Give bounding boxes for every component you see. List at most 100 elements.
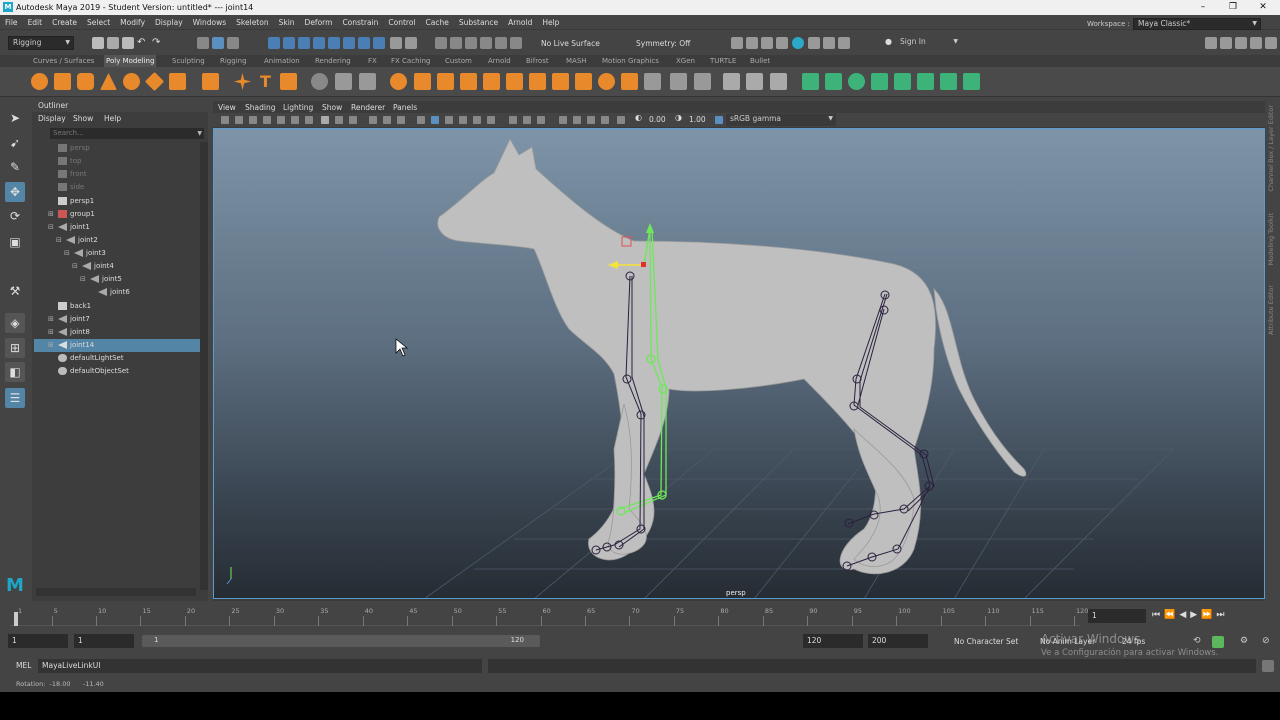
character-set-dropdown[interactable]: No Character Set [954, 637, 1018, 646]
lasso-tool-icon[interactable]: ➹ [5, 133, 25, 153]
move-tool-icon[interactable]: ✥ [5, 182, 25, 202]
xray-icon[interactable] [473, 116, 481, 124]
wedge-icon[interactable] [598, 73, 615, 90]
ipr-icon[interactable] [761, 37, 773, 49]
menu-windows[interactable]: Windows [188, 18, 231, 27]
super-shape-icon[interactable] [234, 73, 251, 90]
minimize-button[interactable]: – [1188, 0, 1218, 15]
live-surface-label[interactable]: No Live Surface [541, 39, 600, 48]
mirror-icon[interactable] [414, 73, 431, 90]
type-tool-icon[interactable]: T [257, 73, 274, 90]
snap-vertex-icon[interactable] [343, 37, 355, 49]
sign-in-dropdown[interactable]: Sign In ▼ [896, 36, 961, 50]
shelf-tab-bullet[interactable]: Bullet [748, 55, 772, 67]
depth-of-field-icon[interactable] [601, 116, 609, 124]
outliner-item-joint3[interactable]: ⊟ joint3 [34, 247, 200, 260]
menu-edit[interactable]: Edit [23, 18, 48, 27]
snap-view-icon[interactable] [313, 37, 325, 49]
outliner-item-side[interactable]: side [34, 181, 200, 194]
uv-automatic-icon[interactable] [825, 73, 842, 90]
collapse-icon[interactable]: ⊟ [72, 260, 78, 273]
render-current-icon[interactable] [480, 37, 492, 49]
snap-surface-icon[interactable] [328, 37, 340, 49]
shelf-tab-fx-caching[interactable]: FX Caching [389, 55, 432, 67]
shelf-tab-rigging[interactable]: Rigging [218, 55, 249, 67]
outliner-menu-help[interactable]: Help [104, 114, 121, 123]
menu-substance[interactable]: Substance [454, 18, 503, 27]
isolate-select-icon[interactable] [559, 116, 567, 124]
menu-skin[interactable]: Skin [274, 18, 300, 27]
pause-icon[interactable] [838, 37, 850, 49]
loop-icon[interactable]: ⟲ [1193, 636, 1205, 648]
grid-icon[interactable] [305, 116, 313, 124]
quadrangulate-icon[interactable] [694, 73, 711, 90]
extrude-icon[interactable] [437, 73, 454, 90]
input-ops-icon[interactable] [435, 37, 447, 49]
animation-prefs-icon[interactable]: ⚙ [1240, 636, 1252, 648]
menu-select[interactable]: Select [82, 18, 115, 27]
wireframe-on-shaded-icon[interactable] [459, 116, 467, 124]
select-component-icon[interactable] [227, 37, 239, 49]
bridge-icon[interactable] [460, 73, 477, 90]
target-weld-icon[interactable] [770, 73, 787, 90]
redo-icon[interactable]: ↷ [152, 37, 164, 49]
collapse-icon[interactable]: ⊟ [56, 234, 62, 247]
step-back-key-icon[interactable]: ⏪ [1164, 610, 1179, 620]
viewport-canvas[interactable]: persp [213, 128, 1265, 599]
poly-disc-icon[interactable] [169, 73, 186, 90]
select-object-icon[interactable] [212, 37, 224, 49]
command-input[interactable]: MayaLiveLinkUI [38, 659, 482, 673]
2d-pan-zoom-icon[interactable] [277, 116, 285, 124]
current-frame-field[interactable]: 1 [1088, 609, 1146, 623]
menu-skeleton[interactable]: Skeleton [231, 18, 273, 27]
outliner-item-joint5[interactable]: ⊟ joint5 [34, 273, 200, 286]
expand-icon[interactable]: ⊞ [48, 339, 54, 352]
fill-hole-icon[interactable] [529, 73, 546, 90]
uv-camera-icon[interactable] [894, 73, 911, 90]
uv-cylindrical-icon[interactable] [848, 73, 865, 90]
viewport-menu-shading[interactable]: Shading [245, 103, 275, 112]
collapse-icon[interactable]: ⊟ [48, 221, 54, 234]
circularize-icon[interactable] [644, 73, 661, 90]
poke-icon[interactable] [621, 73, 638, 90]
menu-constrain[interactable]: Constrain [337, 18, 383, 27]
viewport-menu-panels[interactable]: Panels [393, 103, 417, 112]
close-button[interactable]: ✕ [1248, 0, 1278, 15]
snapshot-icon[interactable] [823, 37, 835, 49]
shelf-tab-fx[interactable]: FX [366, 55, 379, 67]
film-gate-icon[interactable] [321, 116, 329, 124]
shelf-tab-sculpting[interactable]: Sculpting [170, 55, 207, 67]
image-plane-icon[interactable] [263, 116, 271, 124]
use-all-lights-icon[interactable] [509, 116, 517, 124]
outliner-search-input[interactable]: Search... ▼ [50, 128, 204, 139]
render-region-icon[interactable] [808, 37, 820, 49]
ambient-occlusion-icon[interactable] [537, 116, 545, 124]
last-tool-icon[interactable]: ⚒ [5, 281, 25, 301]
outliner-item-joint8[interactable]: ⊞ joint8 [34, 326, 200, 339]
render-settings-2-icon[interactable] [776, 37, 788, 49]
play-backward-icon[interactable]: ◀ [1179, 610, 1190, 620]
shelf-tab-mash[interactable]: MASH [564, 55, 589, 67]
svg-tool-icon[interactable] [280, 73, 297, 90]
snap-point-icon[interactable] [298, 37, 310, 49]
gamma-icon[interactable]: ◑ [675, 113, 683, 122]
lock-icon[interactable] [390, 37, 402, 49]
outliner-layout-icon[interactable]: ☰ [5, 388, 25, 408]
boolean-icon[interactable] [390, 73, 407, 90]
outliner-item-front[interactable]: front [34, 168, 200, 181]
uv-editor-icon[interactable] [917, 73, 934, 90]
poly-cube-icon[interactable] [54, 73, 71, 90]
expand-icon[interactable]: ⊞ [48, 313, 54, 326]
expand-icon[interactable]: ⊞ [48, 326, 54, 339]
shelf-tab-poly-modeling[interactable]: Poly Modeling [104, 55, 157, 67]
outliner-item-joint1[interactable]: ⊟ joint1 [34, 221, 200, 234]
wireframe-icon[interactable] [417, 116, 425, 124]
shelf-tab-turtle[interactable]: TURTLE [708, 55, 738, 67]
time-slider[interactable]: 1 5 10 15 20 25 30 35 40 45 50 55 60 65 70 75 80 85 90 95 10… [0, 604, 1280, 630]
viewport-menu-show[interactable]: Show [322, 103, 342, 112]
viewport-menu-view[interactable]: View [218, 103, 236, 112]
gate-mask-icon[interactable] [349, 116, 357, 124]
sound-icon[interactable]: ⊘ [1262, 636, 1274, 648]
outliner-item-joint14[interactable]: ⊞ joint14 [34, 339, 200, 352]
menu-cache[interactable]: Cache [421, 18, 454, 27]
